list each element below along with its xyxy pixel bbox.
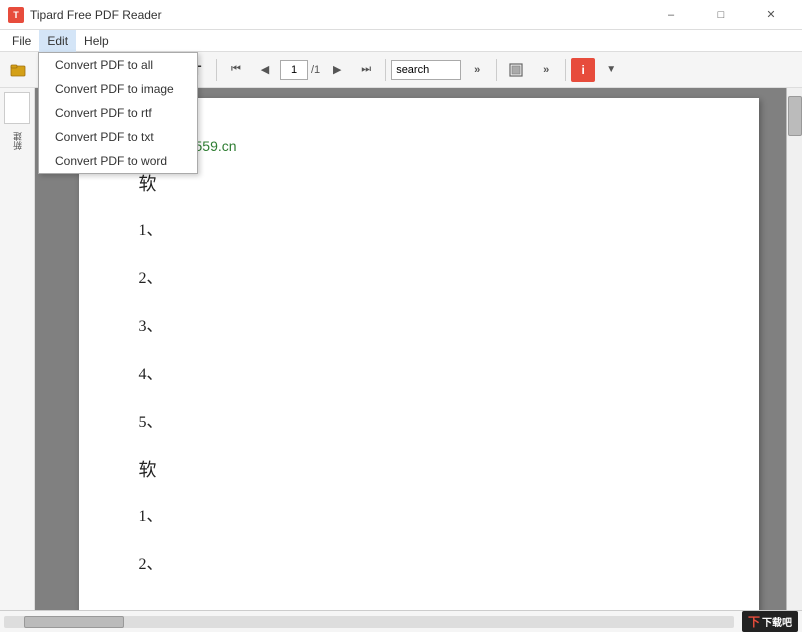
last-page-button[interactable]: ⏭ (352, 56, 380, 84)
window-controls: – □ ✕ (648, 0, 794, 30)
dropdown-button[interactable]: ▼ (597, 56, 625, 84)
first-page-icon: ⏮ (231, 63, 241, 76)
pdf-url: www.pco559.cn (139, 138, 699, 154)
separator-3 (385, 59, 386, 81)
more-icon: » (543, 64, 549, 76)
open-button[interactable] (4, 56, 32, 84)
separator-4 (496, 59, 497, 81)
pdf-item-5: 5、 (139, 408, 699, 432)
pdf-char-2: 软 (139, 456, 699, 482)
convert-all-item[interactable]: Convert PDF to all (39, 53, 197, 77)
next-page-icon: ▶ (333, 63, 341, 76)
convert-txt-item[interactable]: Convert PDF to txt (39, 125, 197, 149)
next-page-button[interactable]: ▶ (323, 56, 351, 84)
menu-edit[interactable]: Edit (39, 30, 76, 52)
separator-5 (565, 59, 566, 81)
logo-icon: 下 (748, 613, 760, 630)
bottom-bar: 下 下载吧 (0, 610, 802, 632)
fit-page-icon (509, 63, 523, 77)
more-button[interactable]: » (532, 56, 560, 84)
scroll-thumb-horizontal[interactable] (24, 616, 124, 628)
pdf-item-1: 1、 (139, 216, 699, 240)
minimize-button[interactable]: – (648, 0, 694, 30)
info-button[interactable]: i (571, 58, 595, 82)
app-title: Tipard Free PDF Reader (30, 8, 648, 22)
page-navigation: ⏮ ◀ /1 ▶ ⏭ (222, 56, 380, 84)
menu-help[interactable]: Help (76, 30, 117, 52)
convert-rtf-item[interactable]: Convert PDF to rtf (39, 101, 197, 125)
separator-2 (216, 59, 217, 81)
pdf-item-7: 2、 (139, 550, 699, 574)
pdf-item-2: 2、 (139, 264, 699, 288)
pdf-page: www.pco559.cn 软 1、 2、 3、 4、 5、 软 1、 2、 (79, 98, 759, 610)
last-page-icon: ⏭ (361, 63, 371, 76)
vertical-scrollbar[interactable] (786, 88, 802, 610)
menu-bar: File Edit Help Convert PDF to all Conver… (0, 30, 802, 52)
left-sidebar: 新建 (0, 88, 35, 610)
prev-page-button[interactable]: ◀ (251, 56, 279, 84)
edit-dropdown: Convert PDF to all Convert PDF to image … (38, 52, 198, 174)
search-forward-icon: » (474, 64, 480, 76)
search-button[interactable]: » (463, 56, 491, 84)
convert-word-item[interactable]: Convert PDF to word (39, 149, 197, 173)
page-total: /1 (309, 64, 322, 76)
prev-page-icon: ◀ (261, 63, 269, 76)
menu-file[interactable]: File (4, 30, 39, 52)
pdf-item-4: 4、 (139, 360, 699, 384)
logo-badge: 下 下载吧 (742, 611, 798, 632)
horizontal-scrollbar[interactable] (4, 616, 734, 628)
pdf-item-6: 1、 (139, 502, 699, 526)
bottom-logo-area: 下 下载吧 (742, 611, 798, 632)
chevron-down-icon: ▼ (606, 64, 616, 75)
sidebar-new-label: 新建 (11, 132, 24, 150)
pdf-item-3: 3、 (139, 312, 699, 336)
fit-page-button[interactable] (502, 56, 530, 84)
convert-image-item[interactable]: Convert PDF to image (39, 77, 197, 101)
close-button[interactable]: ✕ (748, 0, 794, 30)
pdf-char-1: 软 (139, 170, 699, 196)
search-input[interactable] (391, 60, 461, 80)
app-icon: T (8, 7, 24, 23)
title-bar: T Tipard Free PDF Reader – □ ✕ (0, 0, 802, 30)
open-icon (10, 62, 26, 78)
page-number-input[interactable] (280, 60, 308, 80)
maximize-button[interactable]: □ (698, 0, 744, 30)
thumbnail-panel[interactable] (4, 92, 30, 124)
first-page-button[interactable]: ⏮ (222, 56, 250, 84)
scroll-thumb-vertical[interactable] (788, 96, 802, 136)
logo-text: 下载吧 (762, 614, 792, 629)
info-icon: i (582, 63, 585, 77)
